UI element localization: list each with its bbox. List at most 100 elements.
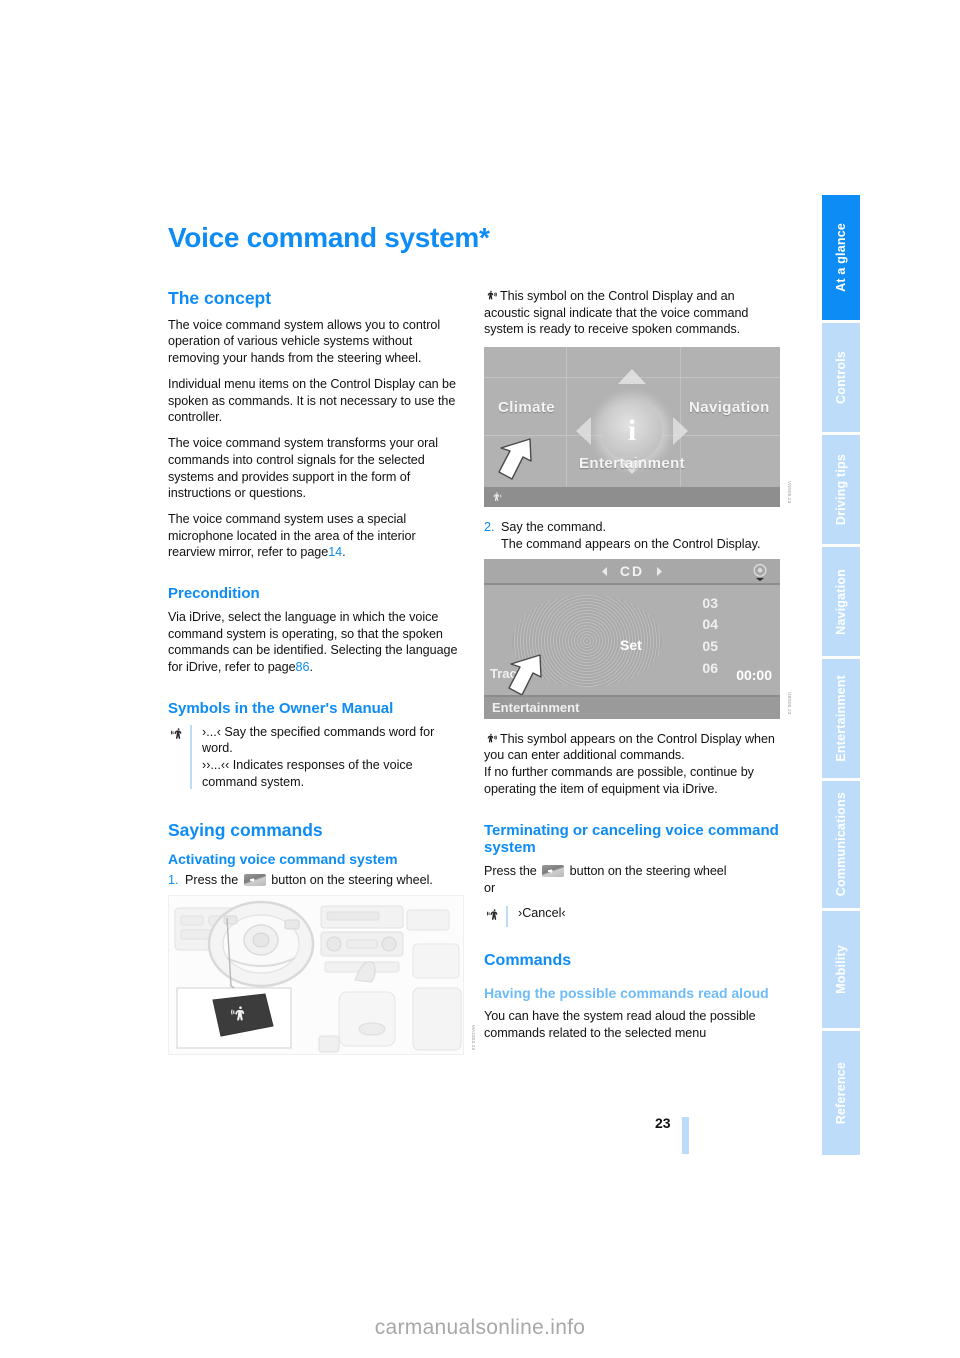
page-number-bar	[682, 1117, 689, 1154]
tab-label: Communications	[833, 792, 848, 897]
figure-cd-screen: CD Set 03 04 05 06 Track 00:00 Entertain…	[484, 558, 792, 719]
grid-line-v1	[566, 347, 567, 488]
cd-track-item[interactable]: 05	[702, 636, 718, 658]
menu-item-climate[interactable]: Climate	[498, 399, 555, 416]
tab-label: At a glance	[833, 223, 848, 292]
page-reference-14[interactable]: 14	[328, 545, 342, 559]
voice-ready-icon	[484, 289, 497, 302]
symbol-note-body: ›...‹ Say the specified commands word fo…	[202, 724, 464, 791]
tab-label: Reference	[833, 1061, 848, 1125]
step-2-number: 2.	[484, 520, 495, 535]
manual-page: At a glance Controls Driving tips Naviga…	[0, 0, 960, 1358]
tab-navigation[interactable]: Navigation	[822, 547, 860, 659]
step-2-text: Say the command. The command appears on …	[501, 519, 780, 552]
cancel-command-note: ›Cancel‹	[484, 905, 780, 928]
tab-label: Controls	[833, 351, 848, 404]
info-icon: i	[627, 414, 637, 448]
figure-code: MA2303.23	[471, 1025, 476, 1051]
heading-saying-commands: Saying commands	[168, 820, 323, 841]
heading-terminating-canceling: Terminating or canceling voice command s…	[484, 821, 779, 857]
paragraph-concept-2: Individual menu items on the Control Dis…	[168, 376, 456, 425]
page-number: 23	[655, 1115, 671, 1131]
page-reference-86[interactable]: 86	[296, 660, 310, 674]
paragraph-additional-note-1: This symbol appears on the Control Displ…	[484, 731, 780, 764]
arrow-up-icon	[618, 369, 646, 385]
cd-track-item[interactable]: 04	[702, 614, 718, 636]
menu-item-navigation[interactable]: Navigation	[689, 399, 770, 416]
heading-precondition: Precondition	[168, 585, 260, 603]
tab-driving-tips[interactable]: Driving tips	[822, 435, 860, 547]
step-1-text: Press the button on the steering wheel.	[185, 872, 464, 889]
idrive-center-orb: i	[602, 401, 662, 462]
volume-knob-icon[interactable]	[750, 562, 770, 582]
cancel-command-body: ›Cancel‹	[518, 905, 780, 928]
step-2: 2. Say the command. The command appears …	[484, 519, 780, 552]
idrive-screen: i Climate Navigation Entertainment	[484, 347, 780, 508]
paragraph-concept-4: The voice command system uses a special …	[168, 511, 464, 561]
cd-set-label: Set	[620, 636, 642, 653]
step-1: 1. Press the button on the steering whee…	[168, 872, 464, 889]
paragraph-additional-note-1-text: This symbol appears on the Control Displ…	[484, 731, 775, 763]
heading-the-concept: The concept	[168, 288, 272, 308]
symbol-note-line-1: ›...‹ Say the specified commands word fo…	[202, 724, 435, 756]
paragraph-concept-3: The voice command system transforms your…	[168, 436, 439, 501]
paragraph-concept-1: The voice command system allows you to c…	[168, 317, 441, 366]
figure-code: UBS05.23	[787, 692, 792, 715]
cd-track-list: 03 04 05 06	[702, 593, 718, 680]
cd-status-bar: Entertainment	[484, 694, 780, 719]
cd-elapsed-time: 00:00	[736, 666, 772, 683]
right-text-column: This symbol on the Control Display and a…	[484, 288, 792, 1051]
cd-screen: CD Set 03 04 05 06 Track 00:00 Entertain…	[484, 558, 780, 719]
note-vertical-rule	[190, 724, 192, 790]
tab-label: Navigation	[833, 568, 848, 635]
heading-symbols-owners-manual: Symbols in the Owner's Manual	[168, 699, 394, 717]
paragraph-terminating: Press the button on the steering wheel	[484, 863, 780, 880]
speak-command-icon	[486, 905, 504, 928]
cd-track-item[interactable]: 06	[702, 658, 718, 680]
step-2-line-2: The command appears on the Control Displ…	[501, 536, 761, 551]
speak-word-for-word-icon	[170, 724, 188, 791]
heading-activating-voice-command-system: Activating voice command system	[168, 851, 398, 868]
paragraph-concept-4-period: .	[342, 545, 346, 560]
figure-code: VNS05.23	[787, 480, 792, 504]
figure-idrive-main-menu: i Climate Navigation Entertainment VNS05…	[484, 347, 792, 508]
symbol-note-block: ›...‹ Say the specified commands word fo…	[168, 724, 464, 791]
cd-source-label: CD	[619, 562, 645, 579]
step-1-text-after: button on the steering wheel.	[271, 872, 433, 887]
steering-wheel-voice-button-icon	[542, 864, 565, 877]
paragraph-ready-note: This symbol on the Control Display and a…	[484, 288, 780, 338]
paragraph-concept-4-text: The voice command system uses a special …	[168, 511, 416, 560]
page-title: Voice command system*	[168, 222, 490, 253]
section-tab-rail: At a glance Controls Driving tips Naviga…	[822, 195, 860, 1155]
arrow-left-icon	[576, 417, 591, 446]
menu-item-entertainment[interactable]: Entertainment	[579, 455, 685, 472]
tab-communications[interactable]: Communications	[822, 781, 860, 911]
heading-having-possible-commands-read-aloud: Having the possible commands read aloud	[484, 985, 769, 1002]
figure-interior: MA2303.23	[168, 894, 476, 1055]
tab-reference[interactable]: Reference	[822, 1031, 860, 1155]
tab-label: Driving tips	[833, 453, 848, 526]
heading-commands: Commands	[484, 952, 572, 970]
tab-label: Entertainment	[833, 675, 848, 762]
left-text-column: The concept The voice command system all…	[168, 288, 476, 1067]
watermark: carmanualsonline.info	[374, 1316, 586, 1339]
interior-photo	[168, 894, 464, 1055]
symbol-note-line-2: ››...‹‹ Indicates responses of the voice…	[202, 757, 413, 789]
paragraph-ready-note-text: This symbol on the Control Display and a…	[484, 289, 749, 337]
tab-entertainment[interactable]: Entertainment	[822, 659, 860, 781]
voice-additional-icon	[484, 732, 497, 745]
tab-controls[interactable]: Controls	[822, 323, 860, 435]
paragraph-precondition: Via iDrive, select the language in which…	[168, 609, 464, 676]
paragraph-or: or	[484, 880, 496, 895]
paragraph-terminating-after: button on the steering wheel	[569, 863, 727, 878]
tab-label: Mobility	[833, 945, 848, 994]
step-1-number: 1.	[168, 872, 179, 887]
tab-at-a-glance[interactable]: At a glance	[822, 195, 860, 323]
steering-wheel-voice-button-icon	[243, 873, 266, 886]
tab-mobility[interactable]: Mobility	[822, 911, 860, 1031]
arrow-right-icon	[673, 417, 688, 446]
voice-ready-icon	[490, 490, 503, 504]
step-1-text-before: Press the	[185, 872, 239, 887]
paragraph-terminating-before: Press the	[484, 863, 537, 878]
cd-track-item[interactable]: 03	[702, 593, 718, 615]
